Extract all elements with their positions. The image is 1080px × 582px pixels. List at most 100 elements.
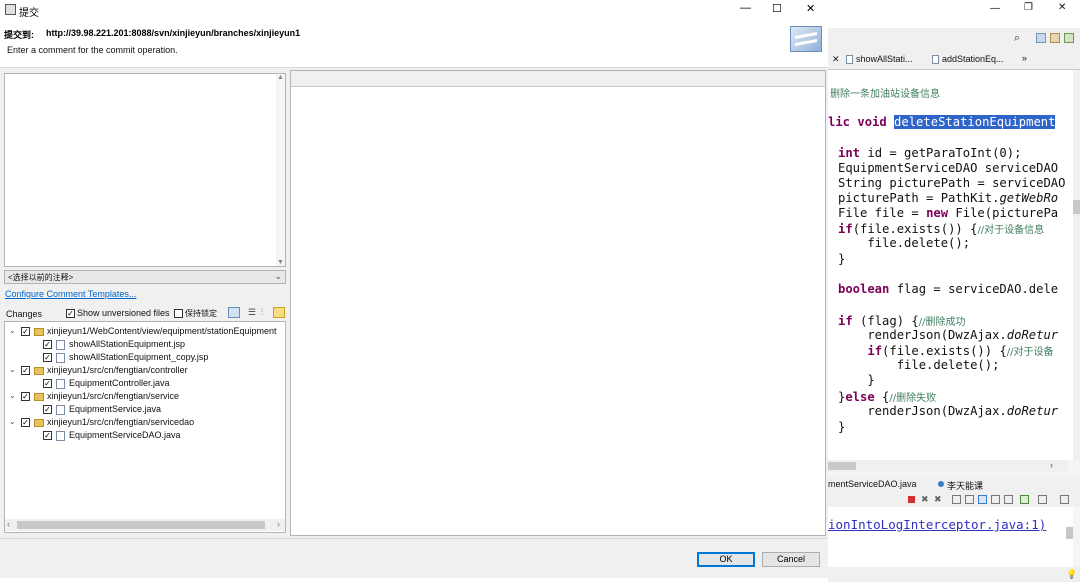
previous-comments-dropdown[interactable]: <选择以前的注释> ⌄ <box>4 270 286 284</box>
close-button[interactable]: ✕ <box>806 2 815 15</box>
scroll-up-arrow-icon[interactable]: ▲ <box>277 74 284 81</box>
scrollbar-thumb[interactable] <box>1073 200 1080 214</box>
tree-expand-toggle-icon[interactable]: ⌄ <box>9 326 16 335</box>
editor-vertical-scrollbar[interactable] <box>1073 70 1080 460</box>
tree-expand-toggle-icon[interactable]: ⌄ <box>9 365 16 374</box>
tree-file-row[interactable]: ✓ showAllStationEquipment_copy.jsp <box>5 351 285 364</box>
tree-item-checkbox[interactable]: ✓ <box>43 431 52 440</box>
code-token: } <box>838 373 875 387</box>
ok-button[interactable]: OK <box>697 552 755 567</box>
configure-templates-link[interactable]: Configure Comment Templates... <box>5 289 136 299</box>
more-tabs-button[interactable]: » <box>1022 53 1027 63</box>
code-token: 删除一条加油站设备信息 <box>830 89 940 100</box>
file-icon <box>56 340 65 350</box>
pin-console-icon[interactable] <box>1004 495 1013 504</box>
chevron-down-icon[interactable]: ⌄ <box>274 271 282 282</box>
word-wrap-icon[interactable] <box>978 495 987 504</box>
scroll-right-arrow-icon[interactable]: › <box>1050 460 1053 470</box>
console-tab-servicedao[interactable]: mentServiceDAO.java <box>828 479 917 489</box>
changes-toolbar: Changes ✓ Show unversioned files 保持锁定 ☰ … <box>4 306 286 320</box>
editor-horizontal-scrollbar[interactable]: › <box>828 460 1068 472</box>
tree-item-checkbox[interactable]: ✓ <box>21 366 30 375</box>
ide-minimize-button[interactable]: — <box>990 3 1000 14</box>
comment-scrollbar[interactable]: ▲ ▼ <box>276 74 285 266</box>
changes-horizontal-scrollbar[interactable]: ‹ › <box>5 519 285 531</box>
compare-pane[interactable] <box>290 70 826 536</box>
tree-item-checkbox[interactable]: ✓ <box>21 392 30 401</box>
code-line: } <box>838 252 845 266</box>
tree-item-checkbox[interactable]: ✓ <box>43 340 52 349</box>
close-icon[interactable]: ✕ <box>832 54 840 65</box>
code-token: else <box>845 390 883 404</box>
show-on-output-icon[interactable] <box>991 495 1000 504</box>
tree-item-label: showAllStationEquipment.jsp <box>69 339 186 349</box>
tree-item-label: EquipmentController.java <box>69 378 170 388</box>
terminate-icon[interactable] <box>908 496 915 503</box>
console-output[interactable]: ionIntoLogInterceptor.java:1) <box>828 507 1073 567</box>
console-scrollbar-thumb[interactable] <box>1066 527 1073 539</box>
clear-console-icon[interactable] <box>952 495 961 504</box>
code-token: getWebRo <box>999 191 1059 205</box>
file-icon <box>56 353 65 363</box>
search-icon[interactable]: ⌕ <box>1014 32 1020 45</box>
console-tab-other[interactable]: 李天能课 <box>947 479 983 492</box>
ide-background-window: — ❐ ✕ ⌕ ✕ showAllStati... addStationEq..… <box>828 0 1080 582</box>
keep-locks-checkbox[interactable] <box>174 309 183 318</box>
display-console-icon[interactable] <box>1020 495 1029 504</box>
code-line: } <box>838 420 845 434</box>
tree-expand-toggle-icon[interactable]: ⌄ <box>9 391 16 400</box>
tree-item-checkbox[interactable]: ✓ <box>21 327 30 336</box>
tree-file-row[interactable]: ✓ EquipmentServiceDAO.java <box>5 429 285 442</box>
tree-file-row[interactable]: ✓ EquipmentController.java <box>5 377 285 390</box>
view-menu-icon[interactable] <box>1060 495 1069 504</box>
tree-folder-row[interactable]: ⌄ ✓ xinjieyun1/src/cn/fengtian/service <box>5 390 285 403</box>
tree-item-checkbox[interactable]: ✓ <box>43 405 52 414</box>
tree-folder-row[interactable]: ⌄ ✓ xinjieyun1/src/cn/fengtian/controller <box>5 364 285 377</box>
code-editor[interactable]: 删除一条加油站设备信息 lic void deleteStationEquipme… <box>828 70 1073 460</box>
sort-icon[interactable]: ☰ <box>248 307 256 318</box>
changes-tree[interactable]: ⌄ ✓ xinjieyun1/WebContent/view/equipment/s… <box>4 321 286 533</box>
tree-file-row[interactable]: ✓ showAllStationEquipment.jsp <box>5 338 285 351</box>
comment-textarea[interactable]: ▲ ▼ <box>4 73 286 267</box>
tree-folder-row[interactable]: ⌄ ✓ xinjieyun1/src/cn/fengtian/servicedao <box>5 416 285 429</box>
code-line: File file = new File(picturePa <box>838 206 1058 220</box>
tree-file-row[interactable]: ✓ EquipmentService.java <box>5 403 285 416</box>
scroll-right-arrow-icon[interactable]: › <box>277 519 280 529</box>
editor-tab-addstation[interactable]: addStationEq... <box>942 54 1004 64</box>
tree-item-checkbox[interactable]: ✓ <box>43 353 52 362</box>
editor-tab-showallstation[interactable]: showAllStati... <box>856 54 913 64</box>
show-unversioned-checkbox[interactable]: ✓ <box>66 309 75 318</box>
maximize-button[interactable]: ☐ <box>772 2 782 15</box>
tree-item-checkbox[interactable]: ✓ <box>43 379 52 388</box>
minimize-button[interactable]: — <box>740 2 751 14</box>
code-token: new <box>926 206 956 220</box>
console-stacktrace-link[interactable]: ionIntoLogInterceptor.java:1) <box>828 517 1046 532</box>
ide-maximize-button[interactable]: ❐ <box>1024 2 1033 13</box>
compare-mode-icon[interactable] <box>228 307 240 318</box>
debug-perspective-icon[interactable] <box>1064 33 1074 43</box>
filter-icon[interactable]: ⫶ <box>261 307 263 318</box>
remove-launch-icon[interactable]: ✖ <box>921 494 929 505</box>
tree-expand-toggle-icon[interactable]: ⌄ <box>9 417 16 426</box>
scroll-lock-icon[interactable] <box>965 495 974 504</box>
tree-item-label: xinjieyun1/WebContent/view/equipment/sta… <box>47 326 277 336</box>
jsp-file-icon <box>846 55 853 64</box>
scrollbar-thumb[interactable] <box>828 462 856 470</box>
ide-close-button[interactable]: ✕ <box>1058 2 1066 13</box>
remove-all-icon[interactable]: ✖ <box>934 494 942 505</box>
cancel-button[interactable]: Cancel <box>762 552 820 567</box>
scrollbar-thumb[interactable] <box>17 521 265 529</box>
tree-folder-row[interactable]: ⌄ ✓ xinjieyun1/WebContent/view/equipment/s… <box>5 325 285 338</box>
perspective-icon[interactable] <box>1036 33 1046 43</box>
open-console-icon[interactable] <box>1038 495 1047 504</box>
java-perspective-icon[interactable] <box>1050 33 1060 43</box>
code-token: doRetur <box>1006 328 1059 342</box>
keep-locks-label[interactable]: 保持锁定 <box>185 308 217 319</box>
folder-view-icon[interactable] <box>273 307 285 318</box>
scroll-left-arrow-icon[interactable]: ‹ <box>7 519 10 529</box>
commit-dialog: 提交 — ☐ ✕ 提交到: http://39.98.221.201:8088/… <box>0 0 828 578</box>
show-unversioned-label[interactable]: Show unversioned files <box>77 308 170 318</box>
tree-item-checkbox[interactable]: ✓ <box>21 418 30 427</box>
scroll-down-arrow-icon[interactable]: ▼ <box>277 259 284 266</box>
